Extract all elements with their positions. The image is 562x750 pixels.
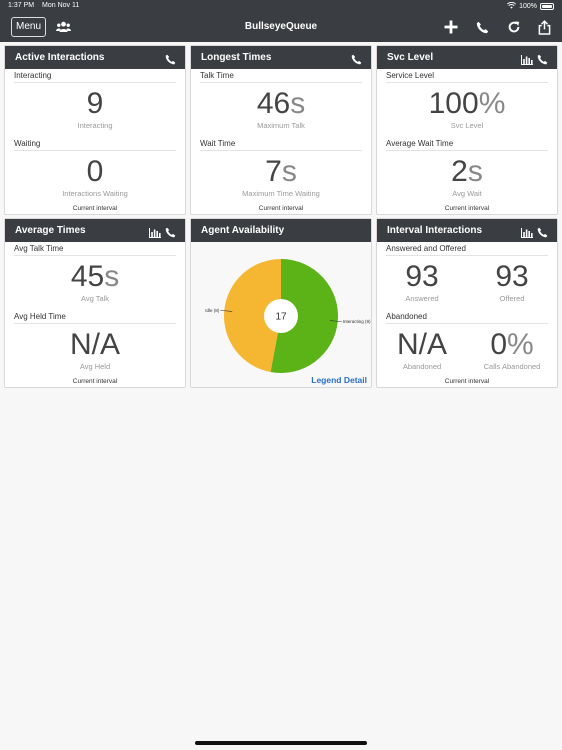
avg-held-value: N/A [69,328,120,361]
home-indicator [195,741,367,745]
add-icon[interactable] [443,18,459,36]
service-level-caption: Svc Level [450,121,484,130]
section-label: Talk Time [200,71,362,83]
wifi-icon [507,1,517,11]
status-time: 1:37 PM [8,2,35,9]
abandoned-value: N/A [396,328,447,361]
section-label: Abandoned [386,312,548,324]
section-label: Interacting [14,71,176,83]
section-label: Average Wait Time [386,139,548,151]
battery-percent: 100% [519,3,537,10]
bar-chart-icon[interactable] [521,224,533,247]
panel-header: Interval Interactions [377,219,557,242]
answered-caption: Answered [405,294,439,303]
phone-icon[interactable] [537,51,548,74]
max-talk-caption: Maximum Talk [257,121,305,130]
share-icon[interactable] [536,18,552,36]
agent-availability-panel: Agent Availability 17 Interacting (9) Idl… [190,218,372,388]
bar-chart-icon[interactable] [521,51,533,74]
bar-chart-icon[interactable] [149,224,161,247]
panel-title: Svc Level [387,52,434,63]
svc-level-panel: Svc Level Service Level 100% Svc Level A… [376,45,558,215]
longest-times-panel: Longest Times Talk Time 46s Maximum Talk… [190,45,372,215]
interval-note: Current interval [72,378,118,385]
pie-center-value: 17 [275,312,287,323]
panel-header: Average Times [5,219,185,242]
interval-note: Current interval [444,205,490,212]
panel-header: Longest Times [191,46,371,69]
answered-value: 93 [405,260,439,293]
phone-icon[interactable] [165,224,176,247]
panel-header: Svc Level [377,46,557,69]
avg-held-caption: Avg Held [79,362,111,371]
interacting-value: 9 [86,87,104,120]
pie-slice-label: Idle (8) [205,308,220,313]
status-bar: 1:37 PM Mon Nov 11 100% [0,0,562,12]
panel-title: Agent Availability [201,225,285,236]
panel-header: Active Interactions [5,46,185,69]
agent-availability-chart: 17 Interacting (9) Idle (8) [191,242,371,387]
avg-talk-caption: Avg Talk [80,294,110,303]
offered-caption: Offered [499,294,525,303]
panel-title: Longest Times [201,52,272,63]
active-interactions-panel: Active Interactions Interacting 9 Intera… [4,45,186,215]
section-label: Avg Held Time [14,312,176,324]
avg-talk-value: 45s [70,260,120,293]
avg-wait-caption: Avg Wait [452,189,482,198]
service-level-value: 100% [428,87,506,120]
panel-title: Interval Interactions [387,225,483,236]
section-label: Waiting [14,139,176,151]
panel-title: Active Interactions [15,52,105,63]
interval-note: Current interval [258,205,304,212]
status-date: Mon Nov 11 [42,2,80,9]
nav-bar: Menu BullseyeQueue [0,12,562,42]
max-talk-value: 46s [256,87,306,120]
panel-header: Agent Availability [191,219,371,242]
average-times-panel: Average Times Avg Talk Time 45s Avg Talk… [4,218,186,388]
avg-wait-value: 2s [451,155,483,188]
battery-icon [540,3,554,10]
phone-icon[interactable] [537,224,548,247]
legend-detail-link[interactable]: Legend Detail [311,375,367,385]
calls-abandoned-caption: Calls Abandoned [483,362,541,371]
max-wait-caption: Maximum Time Waiting [242,189,320,198]
interval-note: Current interval [72,205,118,212]
interval-note: Current interval [444,378,490,385]
abandoned-caption: Abandoned [402,362,442,371]
panel-title: Average Times [15,225,86,236]
calls-abandoned-value: 0% [490,328,534,361]
offered-value: 93 [495,260,529,293]
phone-icon[interactable] [351,51,362,74]
waiting-caption: Interactions Waiting [62,189,128,198]
interacting-caption: Interacting [77,121,113,130]
phone-icon[interactable] [474,18,490,36]
max-wait-value: 7s [265,155,297,188]
interval-interactions-panel: Interval Interactions Answered and Offer… [376,218,558,388]
waiting-value: 0 [86,155,104,188]
pie-slice-label: Interacting (9) [343,319,371,324]
phone-icon[interactable] [165,51,176,74]
refresh-icon[interactable] [506,18,522,36]
section-label: Wait Time [200,139,362,151]
